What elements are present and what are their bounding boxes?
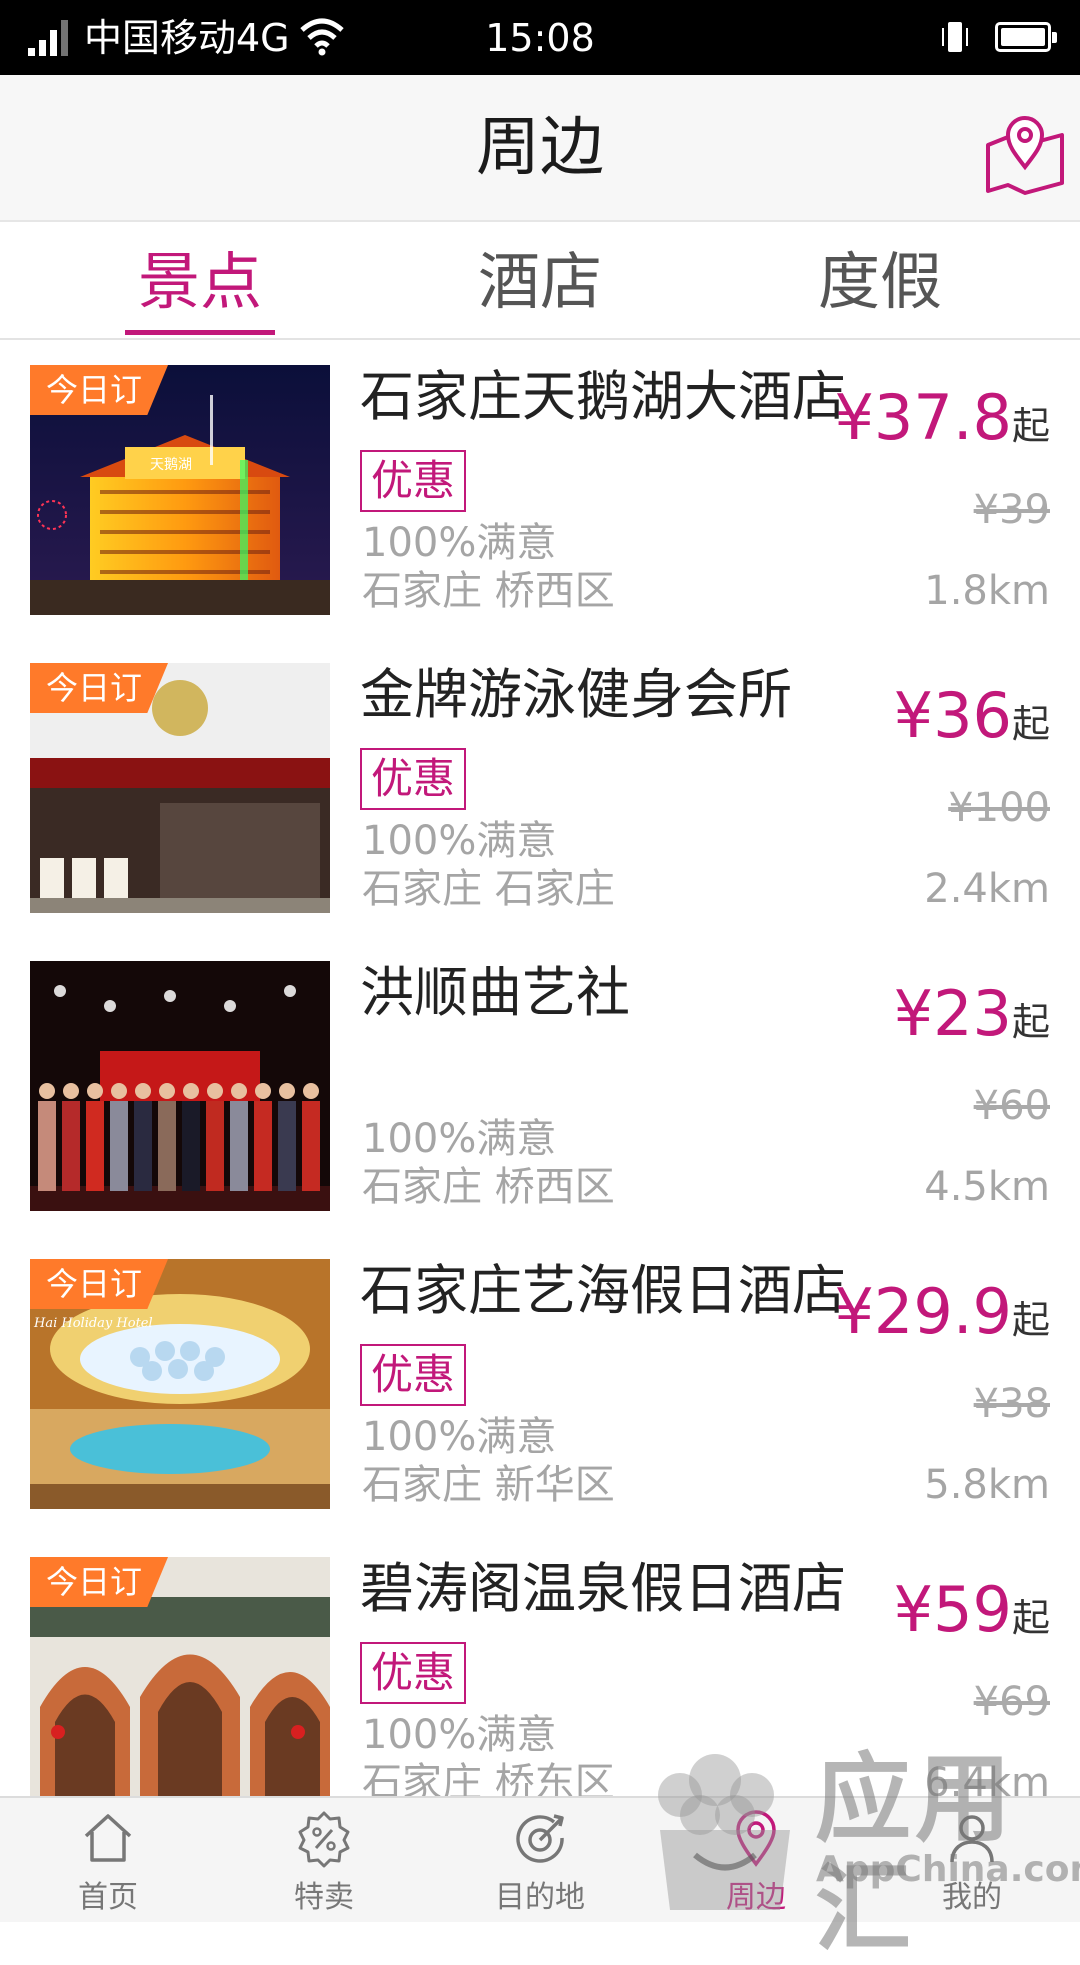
item-location: 石家庄 桥西区 — [362, 1164, 615, 1210]
original-price: ¥69 — [973, 1679, 1050, 1725]
price-block: ¥59起 — [894, 1570, 1050, 1658]
header: 周边 — [0, 75, 1080, 222]
nearby-icon — [736, 1810, 776, 1867]
satisfaction-rating: 100%满意 — [362, 1116, 557, 1162]
battery-icon — [995, 22, 1057, 52]
nav-home[interactable]: 首页 — [0, 1798, 216, 1922]
item-thumbnail: Hai Holiday Hotel 今日订 — [30, 1259, 330, 1509]
profile-icon — [950, 1815, 994, 1863]
item-thumbnail: 天鹅湖 今日订 — [30, 365, 330, 615]
bottom-nav: 首页 特卖 目的地 周边 我的 — [0, 1796, 1080, 1922]
original-price: ¥38 — [973, 1381, 1050, 1427]
satisfaction-rating: 100%满意 — [362, 1414, 557, 1460]
item-name: 碧涛阁温泉假日酒店 — [360, 1557, 846, 1620]
original-price: ¥60 — [973, 1083, 1050, 1129]
item-name: 金牌游泳健身会所 — [360, 663, 792, 726]
list-item[interactable]: 今日订 碧涛阁温泉假日酒店 优惠 100%满意 石家庄 桥东区 ¥59起 ¥69… — [0, 1532, 1080, 1832]
nav-label: 目的地 — [495, 1880, 585, 1915]
current-price: ¥23 — [893, 977, 1012, 1050]
item-distance: 1.8km — [924, 568, 1050, 614]
item-distance: 4.5km — [924, 1164, 1050, 1210]
list-item[interactable]: Hai Holiday Hotel 今日订 石家庄艺海假日酒店 优惠 100%满… — [0, 1234, 1080, 1534]
status-time: 15:08 — [485, 16, 595, 60]
discount-badge: 优惠 — [360, 450, 466, 512]
item-thumbnail — [30, 961, 330, 1211]
nav-label: 我的 — [942, 1880, 1002, 1915]
satisfaction-rating: 100%满意 — [362, 1712, 557, 1758]
price-block: ¥37.8起 — [834, 378, 1050, 466]
price-suffix: 起 — [1011, 404, 1050, 448]
price-block: ¥23起 — [894, 974, 1050, 1062]
phone-vibrate-icon — [942, 22, 968, 52]
item-distance: 5.8km — [924, 1462, 1050, 1508]
nav-deals[interactable]: 特卖 — [216, 1798, 432, 1922]
page-title: 周边 — [476, 111, 604, 185]
tab-hotels[interactable]: 酒店 — [440, 242, 640, 322]
nav-destination[interactable]: 目的地 — [432, 1798, 648, 1922]
list-item[interactable]: 洪顺曲艺社 100%满意 石家庄 桥西区 ¥23起 ¥60 4.5km — [0, 936, 1080, 1236]
today-tag: 今日订 — [30, 1259, 169, 1309]
nav-label: 周边 — [726, 1880, 786, 1915]
nav-label: 特卖 — [294, 1880, 354, 1915]
category-tabs: 景点 酒店 度假 — [0, 222, 1080, 340]
satisfaction-rating: 100%满意 — [362, 520, 557, 566]
thumb-sign-text: Hai Holiday Hotel — [33, 1316, 153, 1331]
discount-badge: 优惠 — [360, 1344, 466, 1406]
price-suffix: 起 — [1011, 1000, 1050, 1044]
nav-label: 首页 — [78, 1880, 138, 1915]
item-location: 石家庄 桥西区 — [362, 568, 615, 614]
item-distance: 2.4km — [924, 866, 1050, 912]
current-price: ¥37.8 — [834, 381, 1012, 454]
price-suffix: 起 — [1011, 1298, 1050, 1342]
today-tag: 今日订 — [30, 663, 169, 713]
today-tag: 今日订 — [30, 365, 169, 415]
current-price: ¥36 — [893, 679, 1012, 752]
nav-profile[interactable]: 我的 — [864, 1798, 1080, 1922]
status-bar: 中国移动4G 15:08 — [0, 0, 1080, 75]
original-price: ¥39 — [973, 487, 1050, 533]
discount-badge: 优惠 — [360, 748, 466, 810]
item-thumbnail: 今日订 — [30, 1557, 330, 1807]
price-suffix: 起 — [1011, 1596, 1050, 1640]
list-item[interactable]: 今日订 金牌游泳健身会所 优惠 100%满意 石家庄 石家庄 ¥36起 ¥100… — [0, 638, 1080, 938]
active-tab-indicator — [125, 330, 275, 335]
discount-icon — [298, 1811, 350, 1868]
price-suffix: 起 — [1011, 702, 1050, 746]
item-name: 洪顺曲艺社 — [360, 961, 630, 1024]
thumb-sign-text: 天鹅湖 — [150, 456, 192, 473]
destination-icon — [516, 1814, 564, 1863]
item-thumbnail: 今日订 — [30, 663, 330, 913]
original-price: ¥100 — [948, 785, 1050, 831]
satisfaction-rating: 100%满意 — [362, 818, 557, 864]
price-block: ¥36起 — [894, 676, 1050, 764]
tab-attractions[interactable]: 景点 — [100, 242, 300, 322]
today-tag: 今日订 — [30, 1557, 169, 1607]
current-price: ¥29.9 — [834, 1275, 1012, 1348]
map-button[interactable] — [980, 105, 1070, 195]
nav-nearby[interactable]: 周边 — [648, 1798, 864, 1922]
home-icon — [84, 1814, 132, 1862]
item-location: 石家庄 石家庄 — [362, 866, 615, 912]
discount-badge: 优惠 — [360, 1642, 466, 1704]
item-location: 石家庄 新华区 — [362, 1462, 615, 1508]
list-item[interactable]: 天鹅湖 今日订 石家庄天鹅湖大酒店 优惠 100%满意 石家庄 桥西区 ¥37.… — [0, 340, 1080, 640]
price-block: ¥29.9起 — [834, 1272, 1050, 1360]
tab-vacation[interactable]: 度假 — [780, 242, 980, 322]
map-pin-icon — [986, 116, 1064, 195]
current-price: ¥59 — [893, 1573, 1012, 1646]
